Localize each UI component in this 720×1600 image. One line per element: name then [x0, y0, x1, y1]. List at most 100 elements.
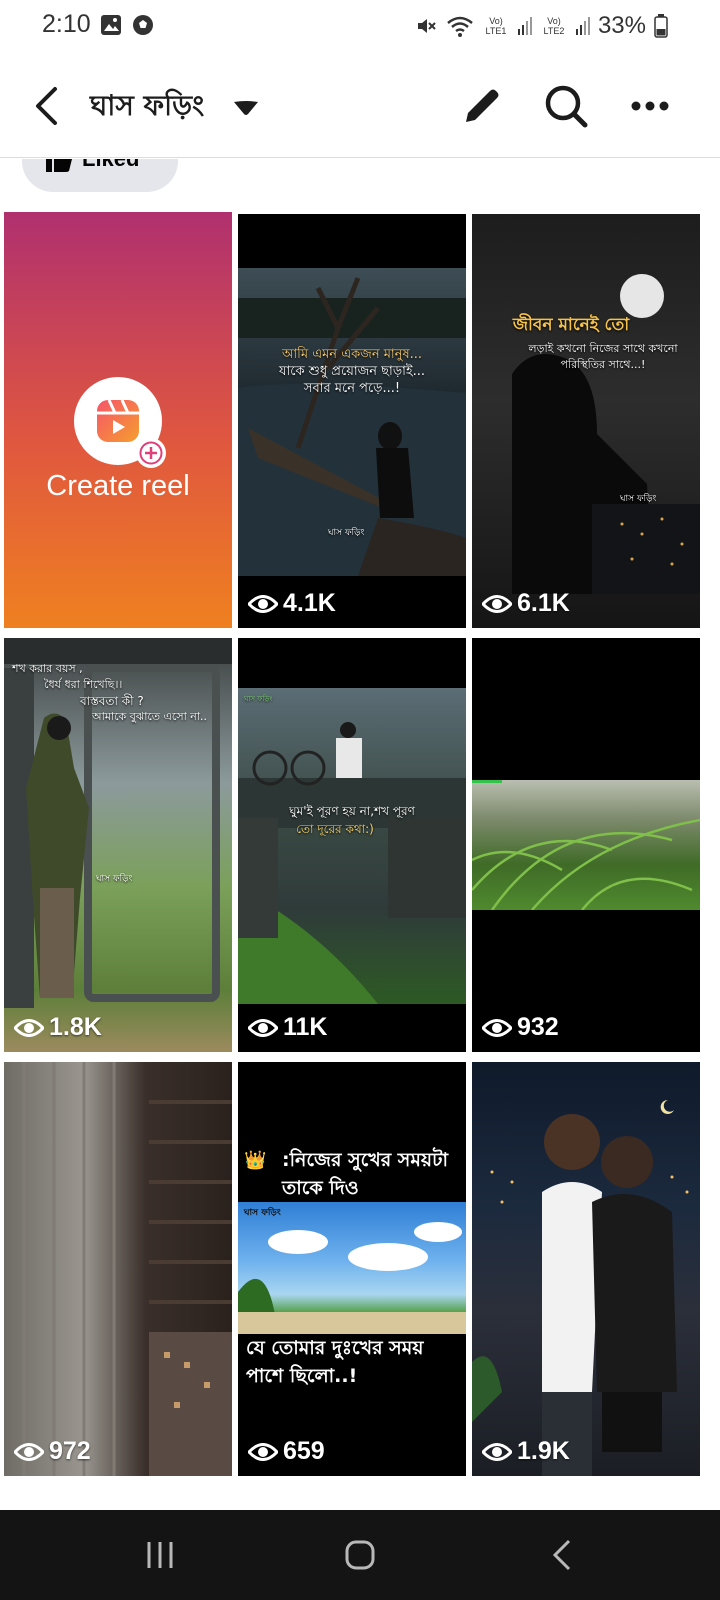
more-options-button[interactable] [624, 80, 676, 132]
reel-watermark: ঘাস ফড়িং [620, 494, 657, 504]
grass-scene-image [472, 780, 700, 910]
eye-icon [248, 594, 278, 613]
create-reel-tile[interactable]: Create reel [4, 212, 232, 628]
reel-headline: জীবন মানেই তো [512, 315, 630, 335]
eye-icon [482, 594, 512, 613]
battery-percent: 33% [597, 12, 646, 39]
reel-thumbnail: ঘাস ফড়িং [238, 1202, 466, 1334]
reel-watermark: ঘাস ফড়িং [328, 528, 365, 538]
reel-tile[interactable]: ঘুম'ই পূরণ হয় না,শখ পূরণ তো দূরের কথা:)… [238, 638, 466, 1052]
reel-watermark: ঘাস ফড়িং [96, 874, 133, 884]
signal-icon [517, 17, 532, 35]
signal-icon [575, 17, 590, 35]
reel-thumbnail: ঘুম'ই পূরণ হয় না,শখ পূরণ তো দূরের কথা:)… [238, 688, 466, 1004]
reels-icon [97, 399, 139, 442]
reel-tile[interactable]: শখ করার বয়স , ধৈর্য ধরা শিখেছি।। বাস্তব… [4, 638, 232, 1052]
reel-tile[interactable]: 932 [472, 638, 700, 1052]
search-icon [545, 85, 588, 128]
reel-tile[interactable]: জীবন মানেই তো লড়াই কখনো নিজের সাথে কখনো… [472, 214, 700, 628]
reel-view-count: 11K [248, 1013, 327, 1042]
status-system-icons: Vo) LTE1 Vo) LTE2 33% [414, 12, 668, 40]
system-back-button[interactable] [532, 1530, 592, 1580]
battery-icon [654, 14, 668, 38]
recent-apps-button[interactable] [130, 1530, 190, 1580]
back-chevron-icon [552, 1539, 571, 1571]
reel-view-count: 659 [248, 1437, 325, 1466]
reel-watermark: ঘাস ফড়িং [244, 695, 273, 703]
plus-circle-icon [139, 441, 163, 465]
view-count-text: 4.1K [283, 589, 336, 617]
reel-overlay-line: পরিস্থিতির সাথে...! [560, 358, 646, 371]
reel-thumbnail [472, 780, 700, 910]
reel-watermark: ঘাস ফড়িং [244, 1208, 281, 1218]
night-city-scene-image [512, 274, 700, 594]
reel-view-count: 972 [14, 1437, 91, 1466]
gallery-icon [101, 15, 121, 35]
couple-night-scene-image [472, 1099, 689, 1476]
reel-view-count: 1.8K [14, 1013, 102, 1042]
page-title[interactable]: ঘাস ফড়িং [90, 84, 204, 131]
reel-view-count: 1.9K [482, 1437, 570, 1466]
view-count-text: 659 [283, 1437, 325, 1465]
view-count-text: 6.1K [517, 589, 570, 617]
reel-tile[interactable]: 1.9K [472, 1062, 700, 1476]
status-notification-icons [100, 14, 154, 36]
title-dropdown-button[interactable] [228, 94, 264, 122]
recent-apps-icon [147, 1542, 173, 1568]
caret-down-icon [234, 101, 258, 115]
view-count-text: 1.8K [49, 1013, 102, 1041]
view-count-text: 1.9K [517, 1437, 570, 1465]
mute-icon [417, 19, 436, 33]
view-count-text: 932 [517, 1013, 559, 1041]
reel-overlay-line: সবার মনে পড়ে...! [303, 381, 401, 396]
reel-caption-top: :নিজের সুখের সময়টা তাকে দিও [282, 1149, 448, 1199]
add-reel-badge [136, 438, 166, 468]
reel-thumbnail: আমি এমন একজন মানুষ... যাকে শুধু প্রয়োজন… [238, 268, 466, 576]
eye-icon [248, 1018, 278, 1037]
view-count-text: 11K [283, 1013, 328, 1041]
crown-emoji-icon: 👑 [244, 1150, 267, 1171]
more-icon [631, 101, 669, 111]
create-reel-label: Create reel [46, 470, 190, 502]
reel-overlay-line: যাকে শুধু প্রয়োজন ছাড়াই... [278, 364, 426, 379]
eye-icon [14, 1018, 44, 1037]
reel-overlay-line: ঘুম'ই পূরণ হয় না,শখ পূরণ [289, 804, 415, 818]
eye-icon [248, 1442, 278, 1461]
curtain-window-scene-image [22, 1062, 232, 1476]
reel-view-count: 6.1K [482, 589, 570, 618]
home-button[interactable] [330, 1530, 390, 1580]
status-bar: 2:10 Vo) LTE1 Vo) LTE2 33% [0, 0, 720, 54]
reel-overlay-line: আমাকে বুঝাতে এসো না.. [92, 710, 208, 723]
reel-thumbnail: শখ করার বয়স , ধৈর্য ধরা শিখেছি।। বাস্তব… [4, 638, 232, 1052]
reel-tile[interactable]: আমি এমন একজন মানুষ... যাকে শুধু প্রয়োজন… [238, 214, 466, 628]
reel-overlay-line: তো দূরের কথা:) [296, 822, 374, 836]
reel-overlay-line: আমি এমন একজন মানুষ... [281, 347, 423, 362]
eye-icon [482, 1442, 512, 1461]
reel-tile[interactable]: 972 [4, 1062, 232, 1476]
reel-caption-bottom: যে তোমার দুঃখের সময় পাশে ছিলো..! [246, 1337, 424, 1387]
reel-view-count: 932 [482, 1013, 559, 1042]
view-count-text: 972 [49, 1437, 91, 1465]
lte1-indicator: Vo) LTE1 [485, 16, 507, 36]
reel-view-count: 4.1K [248, 589, 336, 618]
reel-tile[interactable]: :নিজের সুখের সময়টা তাকে দিও 👑 ঘাস ফড়িং… [238, 1062, 466, 1476]
reel-thumbnail [472, 1062, 700, 1476]
wifi-icon [447, 16, 473, 37]
back-button[interactable] [26, 80, 66, 132]
edit-button[interactable] [456, 80, 508, 132]
reels-grid: Create reel আমি এমন একজন মানুষ... যাকে শ… [0, 212, 720, 1506]
back-arrow-icon [36, 87, 57, 125]
search-button[interactable] [540, 80, 592, 132]
status-time: 2:10 [42, 10, 91, 38]
lte2-indicator: Vo) LTE2 [543, 16, 565, 36]
pencil-icon [466, 89, 499, 122]
home-icon [345, 1540, 375, 1570]
app-header: ঘাস ফড়িং [0, 54, 720, 158]
system-nav-bar [0, 1510, 720, 1600]
reel-thumbnail [4, 1062, 232, 1476]
football-icon [133, 15, 153, 35]
eye-icon [482, 1018, 512, 1037]
reel-thumbnail: জীবন মানেই তো লড়াই কখনো নিজের সাথে কখনো… [472, 214, 700, 628]
eye-icon [14, 1442, 44, 1461]
bridge-scene-image [238, 722, 466, 1004]
